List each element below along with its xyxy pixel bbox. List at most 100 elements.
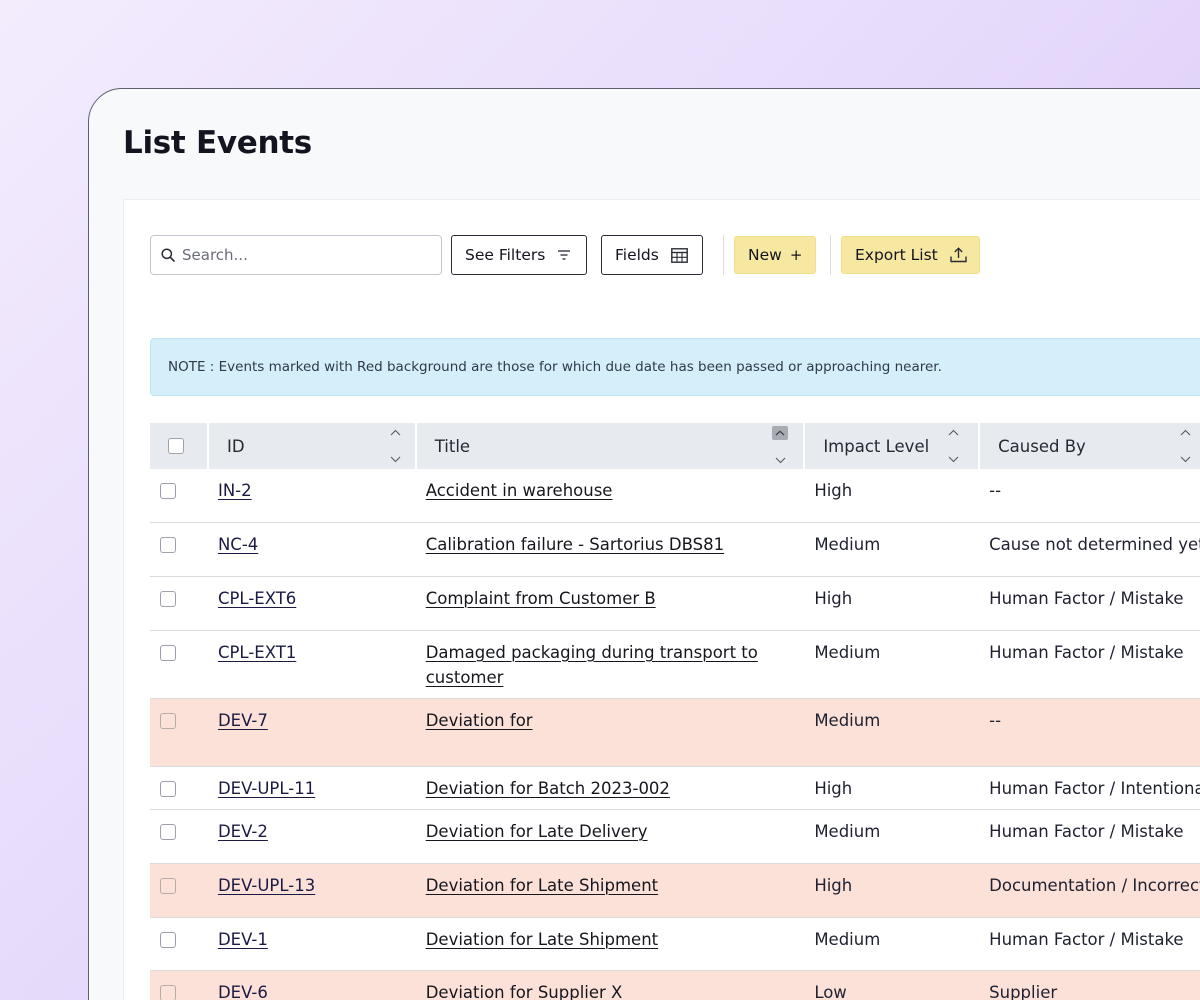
event-id-link[interactable]: DEV-7	[218, 711, 268, 730]
impact-level-cell: Medium	[804, 698, 980, 767]
event-title-link[interactable]: Deviation for Supplier X	[426, 983, 623, 1000]
row-checkbox[interactable]	[160, 712, 176, 729]
event-id-link[interactable]: CPL-EXT1	[218, 643, 296, 662]
chevron-down-icon	[1180, 456, 1191, 463]
export-list-button[interactable]: Export List	[841, 236, 980, 274]
row-checkbox[interactable]	[160, 823, 176, 840]
chevron-down-icon	[948, 456, 959, 463]
impact-level-cell: Low	[804, 970, 980, 1000]
table-row[interactable]: CPL-EXT6 Complaint from Customer B High …	[150, 576, 1200, 631]
row-checkbox[interactable]	[160, 877, 176, 894]
header-id[interactable]: ID	[207, 423, 417, 469]
header-id-label: ID	[226, 436, 245, 456]
header-impact-label: Impact Level	[823, 436, 930, 456]
new-label: New	[748, 246, 782, 264]
event-id-link[interactable]: DEV-2	[218, 822, 268, 841]
event-id-link[interactable]: DEV-UPL-11	[218, 779, 315, 798]
sort-control[interactable]	[389, 429, 403, 463]
impact-level-cell: Medium	[804, 809, 980, 864]
toolbar: See Filters Fields	[150, 234, 980, 276]
event-title-link[interactable]: Deviation for Late Shipment	[426, 930, 658, 949]
event-title-link[interactable]: Complaint from Customer B	[426, 589, 656, 608]
row-checkbox[interactable]	[160, 984, 176, 1000]
chevron-down-icon	[390, 456, 401, 463]
event-title-link[interactable]: Damaged packaging during transport to cu…	[426, 643, 758, 687]
caused-by-cell: Human Factor / Mistake	[979, 809, 1200, 864]
header-title-label: Title	[434, 436, 471, 456]
new-button[interactable]: New +	[734, 236, 816, 274]
chevron-up-icon	[1180, 429, 1191, 436]
event-id-link[interactable]: IN-2	[218, 481, 252, 500]
impact-level-cell: Medium	[804, 522, 980, 577]
event-title-link[interactable]: Deviation for	[426, 711, 533, 730]
impact-level-cell: High	[804, 766, 980, 810]
header-select-all	[150, 423, 209, 469]
table-row-overdue[interactable]: DEV-7 Deviation for Medium --	[150, 698, 1200, 767]
impact-level-cell: High	[804, 469, 980, 523]
row-checkbox[interactable]	[160, 590, 176, 607]
sort-control[interactable]	[946, 429, 960, 463]
table-row[interactable]: IN-2 Accident in warehouse High --	[150, 469, 1200, 523]
see-filters-button[interactable]: See Filters	[451, 235, 587, 275]
header-cause-label: Caused By	[998, 436, 1086, 456]
table-row[interactable]: DEV-2 Deviation for Late Delivery Medium…	[150, 809, 1200, 864]
caused-by-cell: Human Factor / Mistake	[979, 630, 1200, 699]
sort-control[interactable]	[772, 426, 789, 464]
caused-by-cell: Human Factor / Intentional	[979, 766, 1200, 810]
select-all-checkbox[interactable]	[168, 438, 184, 454]
event-id-link[interactable]: CPL-EXT6	[218, 589, 296, 608]
table-row-overdue[interactable]: DEV-6 Deviation for Supplier X Low Suppl…	[150, 970, 1200, 1000]
table-row[interactable]: NC-4 Calibration failure - Sartorius DBS…	[150, 522, 1200, 577]
overdue-note: NOTE : Events marked with Red background…	[150, 338, 1200, 396]
chevron-up-icon	[390, 429, 401, 436]
event-title-link[interactable]: Accident in warehouse	[426, 481, 613, 500]
events-table: ID Title Impact Level Caused By IN-2 Acc…	[150, 423, 1200, 1000]
table-row[interactable]: DEV-1 Deviation for Late Shipment Medium…	[150, 917, 1200, 971]
upload-icon	[950, 247, 967, 263]
search-box[interactable]	[150, 235, 442, 275]
chevron-up-icon	[948, 429, 959, 436]
event-id-link[interactable]: DEV-UPL-13	[218, 876, 315, 895]
row-checkbox[interactable]	[160, 780, 176, 797]
caused-by-cell: Human Factor / Mistake	[979, 576, 1200, 631]
table-row[interactable]: CPL-EXT1 Damaged packaging during transp…	[150, 630, 1200, 699]
search-input[interactable]	[182, 246, 422, 264]
see-filters-label: See Filters	[465, 246, 546, 264]
table-row[interactable]: DEV-UPL-11 Deviation for Batch 2023-002 …	[150, 766, 1200, 810]
row-checkbox[interactable]	[160, 536, 176, 553]
caused-by-cell: Human Factor / Mistake	[979, 917, 1200, 971]
impact-level-cell: High	[804, 576, 980, 631]
caused-by-cell: --	[979, 698, 1200, 767]
event-id-link[interactable]: DEV-1	[218, 930, 268, 949]
impact-level-cell: High	[804, 863, 980, 918]
event-title-link[interactable]: Deviation for Batch 2023-002	[426, 779, 670, 798]
export-list-label: Export List	[855, 246, 938, 264]
impact-level-cell: Medium	[804, 917, 980, 971]
header-impact-level[interactable]: Impact Level	[804, 423, 981, 469]
search-icon	[161, 248, 175, 262]
toolbar-divider	[723, 235, 724, 275]
events-card: See Filters Fields	[123, 199, 1200, 1000]
plus-icon: +	[789, 246, 803, 264]
event-title-link[interactable]: Deviation for Late Shipment	[426, 876, 658, 895]
impact-level-cell: Medium	[804, 630, 980, 699]
fields-button[interactable]: Fields	[601, 235, 703, 275]
app-window: List Events See Filters	[88, 88, 1200, 1000]
table-grid-icon	[670, 247, 688, 263]
event-title-link[interactable]: Calibration failure - Sartorius DBS81	[426, 535, 724, 554]
chevron-down-icon	[775, 457, 786, 464]
table-header-row: ID Title Impact Level Caused By	[150, 423, 1200, 469]
event-title-link[interactable]: Deviation for Late Delivery	[426, 822, 648, 841]
header-caused-by[interactable]: Caused By	[979, 423, 1200, 469]
row-checkbox[interactable]	[160, 483, 176, 499]
caused-by-cell: --	[979, 469, 1200, 523]
event-id-link[interactable]: NC-4	[218, 535, 258, 554]
row-checkbox[interactable]	[160, 644, 176, 661]
fields-label: Fields	[615, 246, 659, 264]
filter-icon	[557, 249, 571, 261]
table-row-overdue[interactable]: DEV-UPL-13 Deviation for Late Shipment H…	[150, 863, 1200, 918]
row-checkbox[interactable]	[160, 931, 176, 948]
event-id-link[interactable]: DEV-6	[218, 983, 268, 1000]
sort-control[interactable]	[1178, 429, 1192, 463]
header-title[interactable]: Title	[415, 423, 806, 469]
